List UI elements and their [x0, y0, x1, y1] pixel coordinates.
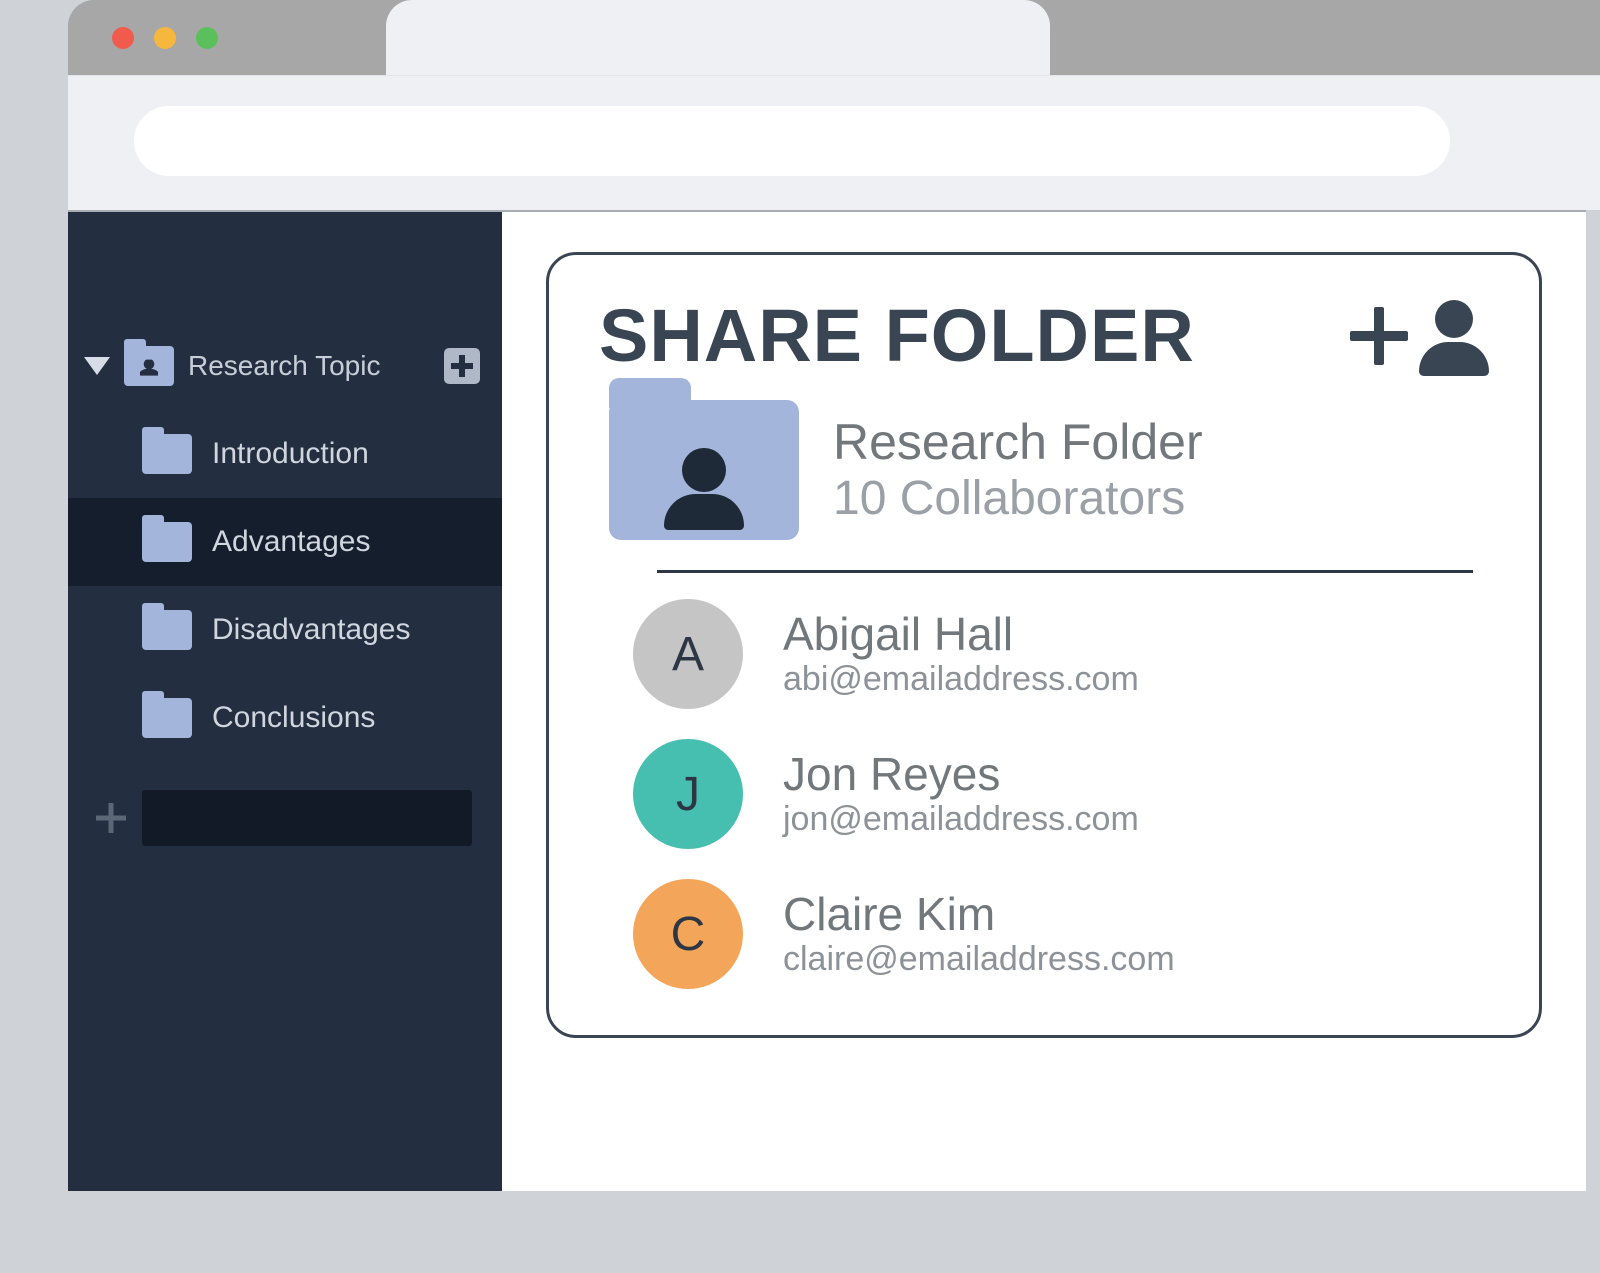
folder-icon: [142, 522, 192, 562]
browser-top-bar: [68, 0, 1600, 75]
sidebar-root-row[interactable]: Research Topic: [68, 322, 502, 410]
url-bar[interactable]: [134, 106, 1450, 176]
collaborator-name: Jon Reyes: [783, 749, 1139, 800]
window-controls: [112, 27, 218, 49]
collaborator-list: A Abigail Hall abi@emailaddress.com J Jo…: [599, 599, 1489, 989]
sidebar-item-disadvantages[interactable]: Disadvantages: [68, 586, 502, 674]
avatar: A: [633, 599, 743, 709]
share-folder-panel: SHARE FOLDER Research Folder 10 Collabor…: [546, 252, 1542, 1038]
divider: [657, 570, 1473, 573]
sidebar-item-conclusions[interactable]: Conclusions: [68, 674, 502, 762]
plus-icon: [1349, 306, 1409, 366]
collaborator-row[interactable]: C Claire Kim claire@emailaddress.com: [633, 879, 1489, 989]
collaborator-row[interactable]: J Jon Reyes jon@emailaddress.com: [633, 739, 1489, 849]
folder-icon: [142, 434, 192, 474]
folder-meta: Research Folder 10 Collaborators: [833, 414, 1203, 527]
collaborator-email: abi@emailaddress.com: [783, 660, 1139, 699]
app-window: Research Topic Introduction Advantages D…: [68, 210, 1586, 1191]
person-icon: [1419, 296, 1489, 376]
panel-header: SHARE FOLDER: [599, 293, 1489, 378]
close-window-icon[interactable]: [112, 27, 134, 49]
collaborator-name: Abigail Hall: [783, 609, 1139, 660]
avatar: J: [633, 739, 743, 849]
collaborator-info: Claire Kim claire@emailaddress.com: [783, 889, 1175, 979]
minimize-window-icon[interactable]: [154, 27, 176, 49]
collaborator-name: Claire Kim: [783, 889, 1175, 940]
sidebar-item-introduction[interactable]: Introduction: [68, 410, 502, 498]
sidebar-item-advantages[interactable]: Advantages: [68, 498, 502, 586]
sidebar-item-label: Introduction: [212, 437, 369, 471]
sidebar-item-label: Conclusions: [212, 701, 375, 735]
person-icon: [664, 448, 744, 530]
add-folder-button[interactable]: [444, 348, 480, 384]
sidebar: Research Topic Introduction Advantages D…: [68, 212, 502, 1191]
plus-icon[interactable]: [94, 801, 128, 835]
collaborator-info: Abigail Hall abi@emailaddress.com: [783, 609, 1139, 699]
panel-title: SHARE FOLDER: [599, 293, 1195, 378]
collaborator-count: 10 Collaborators: [833, 471, 1203, 526]
avatar: C: [633, 879, 743, 989]
sidebar-root-label: Research Topic: [188, 350, 430, 382]
collaborator-email: jon@emailaddress.com: [783, 800, 1139, 839]
folder-summary: Research Folder 10 Collaborators: [599, 400, 1489, 540]
sidebar-item-label: Disadvantages: [212, 613, 410, 647]
new-item-input[interactable]: [142, 790, 472, 846]
add-collaborator-button[interactable]: [1349, 296, 1489, 376]
collaborator-row[interactable]: A Abigail Hall abi@emailaddress.com: [633, 599, 1489, 709]
folder-icon: [142, 610, 192, 650]
maximize-window-icon[interactable]: [196, 27, 218, 49]
main-content: SHARE FOLDER Research Folder 10 Collabor…: [502, 212, 1586, 1191]
browser-url-area: [68, 75, 1600, 210]
chevron-down-icon[interactable]: [84, 357, 110, 375]
sidebar-item-label: Advantages: [212, 525, 370, 559]
sidebar-add-row[interactable]: [68, 774, 502, 862]
folder-icon: [142, 698, 192, 738]
browser-tab[interactable]: [386, 0, 1050, 75]
collaborator-info: Jon Reyes jon@emailaddress.com: [783, 749, 1139, 839]
shared-folder-icon: [609, 400, 799, 540]
shared-folder-icon: [124, 346, 174, 386]
folder-name: Research Folder: [833, 414, 1203, 472]
collaborator-email: claire@emailaddress.com: [783, 940, 1175, 979]
